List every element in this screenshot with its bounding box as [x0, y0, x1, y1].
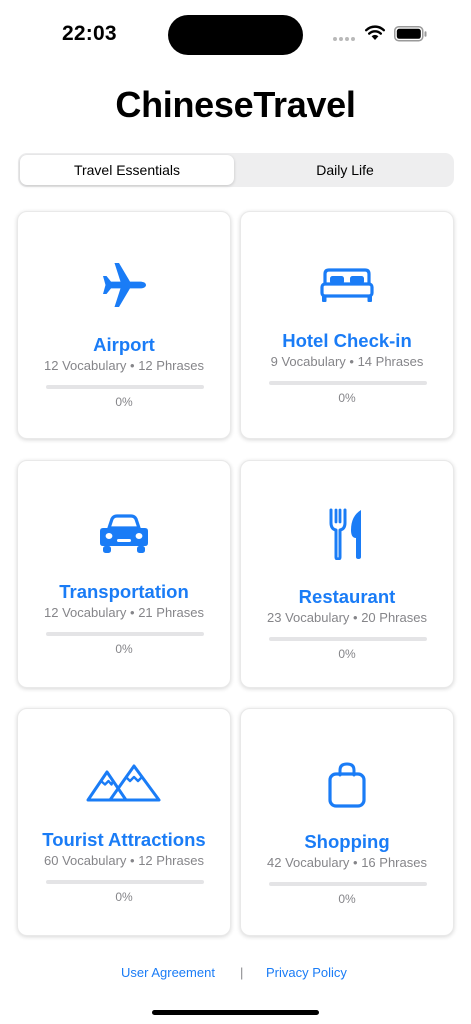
progress-bar [269, 637, 427, 641]
battery-icon [394, 26, 427, 42]
progress-bar [269, 381, 427, 385]
progress-label: 0% [338, 391, 356, 405]
wifi-icon [365, 25, 385, 40]
fork-knife-icon [241, 508, 453, 560]
card-counts: 23 Vocabulary • 20 Phrases [267, 610, 427, 625]
progress-bar [46, 632, 204, 636]
car-icon [18, 513, 230, 555]
category-card-restaurant[interactable]: Restaurant 23 Vocabulary • 20 Phrases 0% [240, 460, 454, 688]
card-counts: 12 Vocabulary • 21 Phrases [44, 605, 204, 620]
footer-separator: | [240, 965, 244, 980]
footer: User Agreement | Privacy Policy [0, 965, 471, 985]
category-card-airport[interactable]: Airport 12 Vocabulary • 12 Phrases 0% [17, 211, 231, 439]
dynamic-island [168, 15, 303, 55]
progress-label: 0% [115, 890, 133, 904]
privacy-policy-link[interactable]: Privacy Policy [266, 965, 347, 980]
airplane-icon [18, 262, 230, 308]
bed-icon [241, 266, 453, 304]
card-title: Restaurant [298, 586, 396, 607]
tab-daily-life[interactable]: Daily Life [238, 155, 452, 185]
progress-label: 0% [338, 892, 356, 906]
card-counts: 12 Vocabulary • 12 Phrases [44, 358, 204, 373]
card-title: Shopping [304, 831, 390, 852]
home-indicator[interactable] [152, 1010, 319, 1015]
category-card-tourist-attractions[interactable]: Tourist Attractions 60 Vocabulary • 12 P… [17, 708, 231, 936]
cellular-signal-icon [333, 37, 355, 41]
card-counts: 42 Vocabulary • 16 Phrases [267, 855, 427, 870]
category-card-hotel-check-in[interactable]: Hotel Check-in 9 Vocabulary • 14 Phrases… [240, 211, 454, 439]
category-card-shopping[interactable]: Shopping 42 Vocabulary • 16 Phrases 0% [240, 708, 454, 936]
tab-travel-essentials[interactable]: Travel Essentials [20, 155, 234, 185]
progress-label: 0% [115, 642, 133, 656]
status-time: 22:03 [62, 22, 117, 45]
user-agreement-link[interactable]: User Agreement [121, 965, 215, 980]
progress-label: 0% [338, 647, 356, 661]
card-counts: 9 Vocabulary • 14 Phrases [270, 354, 424, 369]
card-title: Hotel Check-in [282, 330, 412, 351]
card-title: Tourist Attractions [42, 829, 206, 850]
progress-label: 0% [115, 395, 133, 409]
shopping-bag-icon [241, 761, 453, 809]
category-segmented-control[interactable]: Travel Essentials Daily Life [18, 153, 454, 187]
card-counts: 60 Vocabulary • 12 Phrases [44, 853, 204, 868]
status-bar: 22:03 [0, 0, 471, 70]
progress-bar [269, 882, 427, 886]
mountains-icon [18, 763, 230, 803]
category-card-transportation[interactable]: Transportation 12 Vocabulary • 21 Phrase… [17, 460, 231, 688]
progress-bar [46, 385, 204, 389]
progress-bar [46, 880, 204, 884]
app-title: ChineseTravel [115, 84, 356, 125]
card-title: Transportation [59, 581, 189, 602]
card-title: Airport [93, 334, 155, 355]
